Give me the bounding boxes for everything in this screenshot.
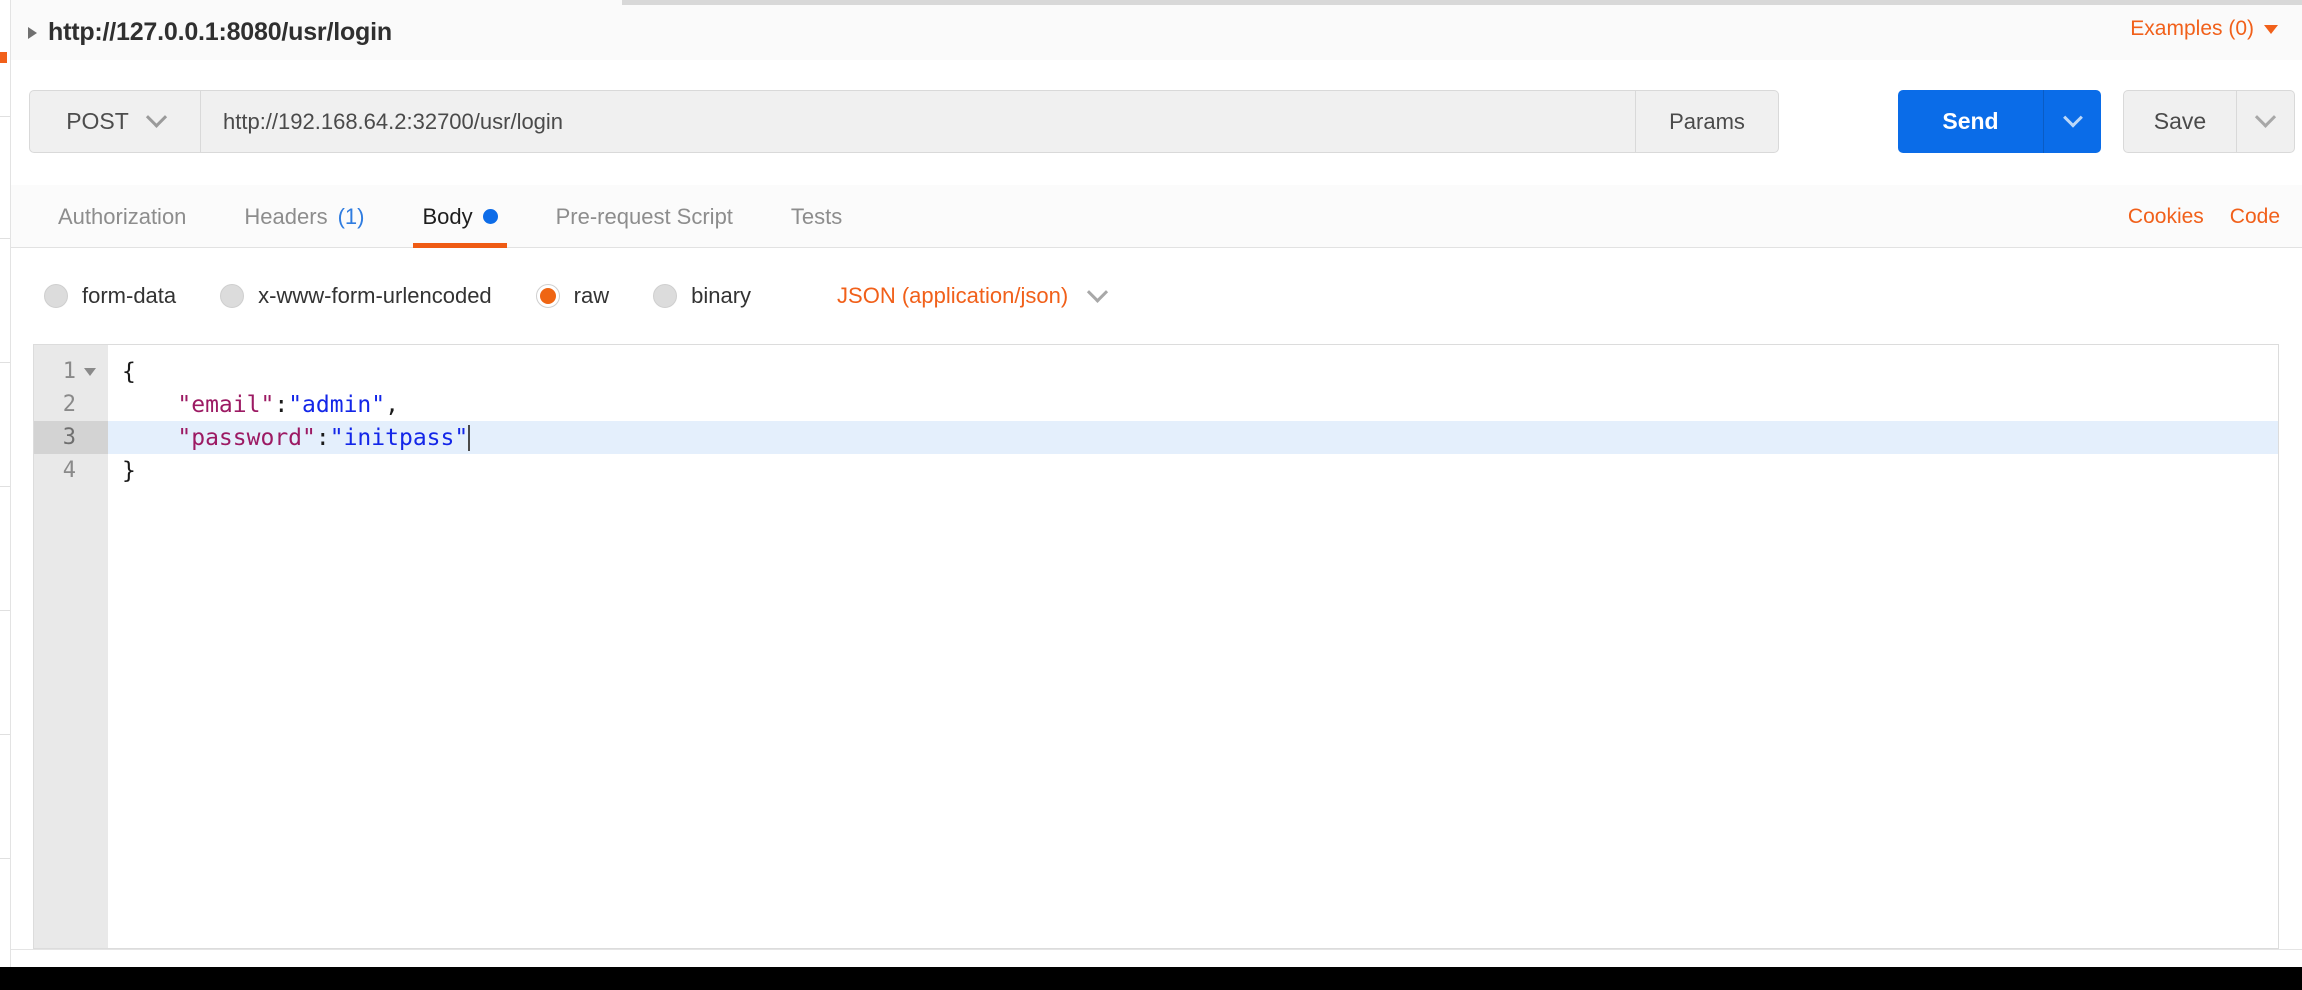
fold-triangle-icon[interactable] [84,367,96,376]
code-token-punct: : [315,424,330,451]
content-type-label: JSON (application/json) [837,283,1069,308]
line-number: 3 [62,425,76,450]
radio-icon[interactable] [220,284,245,308]
radio-form-data[interactable]: form-data [44,283,176,309]
editor-footer-strip [11,949,2302,967]
tab-pre-request-script[interactable]: Pre-request Script [527,185,762,248]
triangle-right-icon[interactable] [28,26,37,39]
code-token-punct: : [274,391,289,418]
radio-label: form-data [82,283,177,308]
tab-count-badge: (1) [337,203,365,229]
tab-label: Tests [790,203,843,229]
code-line[interactable]: } [108,454,2278,487]
examples-dropdown[interactable]: Examples (0) [2130,17,2278,41]
request-title-group[interactable]: http://127.0.0.1:8080/usr/login [28,18,392,47]
request-tabs: Authorization Headers (1) Body Pre-reque… [29,185,871,248]
tabs-right-links: Cookies Code [2128,185,2280,248]
request-tabs-row: Authorization Headers (1) Body Pre-reque… [11,185,2302,248]
editor-code-area[interactable]: { "email": "admin", "password": "initpass"… [108,345,2278,948]
body-type-row: form-data x-www-form-urlencoded raw bina… [11,248,2302,344]
modified-dot-icon [482,209,498,224]
save-button[interactable]: Save [2123,90,2237,153]
code-token-punct [122,425,177,451]
radio-label: binary [691,283,752,308]
line-number: 1 [62,359,76,384]
code-token-punct: { [122,358,136,385]
radio-raw[interactable]: raw [535,283,610,309]
cookies-link[interactable]: Cookies [2128,205,2204,229]
save-button-group: Save [2123,90,2295,153]
request-body-editor[interactable]: 1234 { "email": "admin", "password": "init… [33,344,2279,949]
code-link[interactable]: Code [2230,205,2280,229]
radio-label: x-www-form-urlencoded [258,283,492,308]
content-type-select[interactable]: JSON (application/json) [837,281,1109,309]
url-input[interactable]: http://192.168.64.2:32700/usr/login [200,90,1636,153]
code-token-punct: , [385,391,399,418]
save-options-button[interactable] [2237,90,2295,153]
caret-down-icon [2264,24,2278,34]
params-button[interactable]: Params [1636,90,1779,153]
code-token-key: "password" [177,424,316,451]
code-token-key: "email" [177,391,275,418]
code-token-punct [122,392,177,418]
radio-label: raw [573,283,610,308]
tab-label: Pre-request Script [555,203,733,229]
radio-icon[interactable] [44,284,68,308]
gutter-line-number: 4 [34,454,108,487]
radio-icon-selected[interactable] [535,284,560,308]
tab-label: Headers [244,203,328,229]
tab-label: Body [422,203,473,229]
send-options-button[interactable] [2043,90,2101,153]
code-token-punct: } [122,457,136,484]
chevron-down-icon [145,106,167,128]
code-line[interactable]: { [108,355,2278,388]
gutter-line-number: 2 [34,388,108,421]
page-title: http://127.0.0.1:8080/usr/login [48,18,392,46]
radio-binary[interactable]: binary [653,283,751,309]
send-button-group: Send [1898,90,2101,153]
left-panel-sliver [0,0,11,967]
gutter-line-number: 1 [34,355,108,388]
code-token-str: "admin" [288,391,386,418]
code-line[interactable]: "password": "initpass" [108,421,2278,454]
http-method-label: POST [66,108,129,134]
tab-authorization[interactable]: Authorization [29,185,215,248]
tab-tests[interactable]: Tests [762,185,871,248]
url-input-group: POST http://192.168.64.2:32700/usr/login… [29,90,1779,153]
tab-label: Authorization [58,203,187,229]
panel-top-strip [622,0,2302,5]
http-method-select[interactable]: POST [29,90,200,153]
chevron-down-icon [2062,107,2083,128]
editor-gutter: 1 2 3 4 [34,345,108,948]
line-number: 4 [62,458,76,483]
chevron-down-icon [1087,281,1109,303]
postman-request-pane: http://127.0.0.1:8080/usr/login Examples… [0,0,2302,990]
tab-body[interactable]: Body [393,185,526,248]
gutter-line-number: 3 [34,421,108,454]
code-token-str: "initpass" [329,424,469,451]
code-line[interactable]: "email": "admin", [108,388,2278,421]
chevron-down-icon [2254,106,2277,128]
radio-x-www-form-urlencoded[interactable]: x-www-form-urlencoded [220,283,492,309]
request-title-bar: http://127.0.0.1:8080/usr/login Examples… [11,0,2302,60]
send-button[interactable]: Send [1898,90,2043,153]
line-number: 2 [62,392,76,417]
window-bottom-chrome [0,967,2302,990]
sidebar-active-marker [0,52,7,63]
examples-label: Examples (0) [2130,17,2254,40]
radio-icon[interactable] [653,284,678,308]
url-bar-row: POST http://192.168.64.2:32700/usr/login… [11,60,2302,185]
text-cursor [468,424,471,451]
tab-headers[interactable]: Headers (1) [215,185,393,248]
